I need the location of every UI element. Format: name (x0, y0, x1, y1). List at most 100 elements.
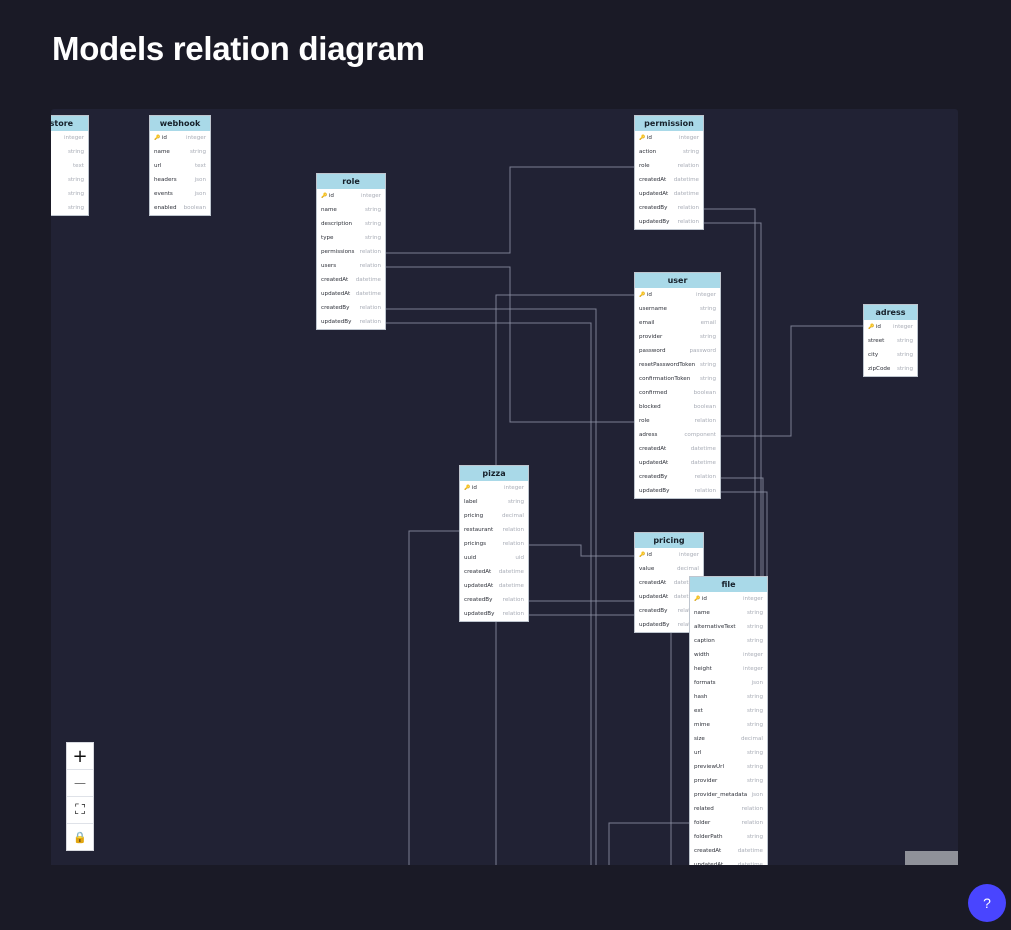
field-row: 🔑 id integer (635, 131, 703, 145)
field-name-text: updatedBy (639, 219, 670, 225)
field-type: string (364, 235, 381, 241)
field-name: street (868, 338, 884, 344)
field-name-text: createdBy (464, 597, 493, 603)
field-row: formats json (690, 676, 767, 690)
field-name: 🔑 id (639, 292, 652, 298)
field-name-text: createdAt (464, 569, 492, 575)
field-row: createdAt datetime (317, 273, 385, 287)
relation-edge (608, 822, 691, 865)
field-name: updatedBy (321, 319, 351, 325)
model-role[interactable]: role 🔑 id integer name string description stri… (316, 173, 386, 330)
key-icon: 🔑 (639, 292, 647, 298)
field-name-text: id (646, 292, 652, 298)
field-name: height (694, 666, 712, 672)
field-type: json (751, 792, 763, 798)
field-name-text: email (639, 320, 655, 326)
field-row: 🔑 id integer (150, 131, 210, 145)
field-row: role relation (635, 414, 720, 428)
field-name: adress (639, 432, 657, 438)
field-type: text (72, 163, 84, 169)
field-type: relation (694, 488, 716, 494)
field-name-text: provider_metadata (694, 792, 748, 798)
field-name: 🔑 id (694, 596, 707, 602)
field-type: integer (742, 596, 763, 602)
model-adress[interactable]: adress 🔑 id integer street string city string z… (863, 304, 918, 377)
field-row: size decimal (690, 732, 767, 746)
model-re-store[interactable]: re-store integer string text string string str… (51, 115, 89, 216)
field-type: integer (63, 135, 84, 141)
minimap-toggle[interactable] (905, 851, 958, 865)
field-row: updatedAt datetime (635, 456, 720, 470)
field-name-text: id (161, 135, 167, 141)
field-row: 🔑 id integer (460, 481, 528, 495)
field-name-text: related (694, 806, 714, 812)
help-button[interactable]: ? (968, 884, 1006, 922)
field-name: role (639, 418, 650, 424)
field-name-text: createdBy (639, 474, 668, 480)
field-row: confirmed boolean (635, 386, 720, 400)
field-name: permissions (321, 249, 354, 255)
field-row: label string (460, 495, 528, 509)
field-row: string (51, 201, 88, 215)
field-type: boolean (183, 205, 206, 211)
model-user[interactable]: user 🔑 id integer username string email email p… (634, 272, 721, 499)
field-row: hash string (690, 690, 767, 704)
field-type: datetime (498, 569, 524, 575)
fit-view-button[interactable]: ⛶ (67, 797, 93, 824)
field-type: string (699, 362, 716, 368)
field-name-text: adress (639, 432, 658, 438)
field-type: integer (360, 193, 381, 199)
model-permission[interactable]: permission 🔑 id integer action string role rel… (634, 115, 704, 230)
field-name-text: uuid (464, 555, 477, 561)
field-name: 🔑 id (639, 552, 652, 558)
field-name-text: role (639, 163, 650, 169)
key-icon: 🔑 (868, 324, 876, 330)
model-pizza[interactable]: pizza 🔑 id integer label string pricing decima… (459, 465, 529, 622)
field-name-text: events (154, 191, 173, 197)
model-file[interactable]: file 🔑 id integer name string alternativeText… (689, 576, 768, 865)
field-row: blocked boolean (635, 400, 720, 414)
field-name: 🔑 id (639, 135, 652, 141)
field-name-text: createdBy (639, 608, 668, 614)
model-webhook[interactable]: webhook 🔑 id integer name string url text heade… (149, 115, 211, 216)
field-name: formats (694, 680, 716, 686)
field-row: 🔑 id integer (635, 548, 703, 562)
field-name: hash (694, 694, 707, 700)
relation-edge (528, 544, 635, 557)
field-row: text (51, 159, 88, 173)
field-type: relation (677, 205, 699, 211)
field-row: updatedAt datetime (317, 287, 385, 301)
zoom-out-button[interactable]: — (67, 770, 93, 797)
lock-button[interactable]: 🔒 (67, 824, 93, 850)
field-name: pricing (464, 513, 483, 519)
field-name: username (639, 306, 667, 312)
diagram-canvas[interactable]: re-storeintegerstringtextstringstringstr… (51, 109, 958, 865)
field-name: confirmed (639, 390, 667, 396)
field-type: string (746, 610, 763, 616)
field-type: boolean (693, 390, 716, 396)
field-row: 🔑 id integer (317, 189, 385, 203)
zoom-in-button[interactable]: + (67, 743, 93, 770)
field-name: restaurant (464, 527, 493, 533)
field-row: type string (317, 231, 385, 245)
field-type: password (689, 348, 716, 354)
field-row: width integer (690, 648, 767, 662)
field-name: provider_metadata (694, 792, 747, 798)
field-name: users (321, 263, 336, 269)
field-name: updatedBy (639, 622, 669, 628)
field-row: confirmationToken string (635, 372, 720, 386)
field-name: url (154, 163, 161, 169)
field-name-text: restaurant (464, 527, 494, 533)
field-name-text: id (701, 596, 707, 602)
field-name: createdAt (321, 277, 348, 283)
field-name: updatedBy (639, 219, 669, 225)
field-type: relation (741, 806, 763, 812)
field-row: createdBy relation (635, 201, 703, 215)
field-type: string (699, 376, 716, 382)
model-title: webhook (150, 116, 210, 131)
field-name-text: createdBy (321, 305, 350, 311)
field-row: integer (51, 131, 88, 145)
field-name: enabled (154, 205, 177, 211)
field-row: height integer (690, 662, 767, 676)
field-name-text: blocked (639, 404, 661, 410)
